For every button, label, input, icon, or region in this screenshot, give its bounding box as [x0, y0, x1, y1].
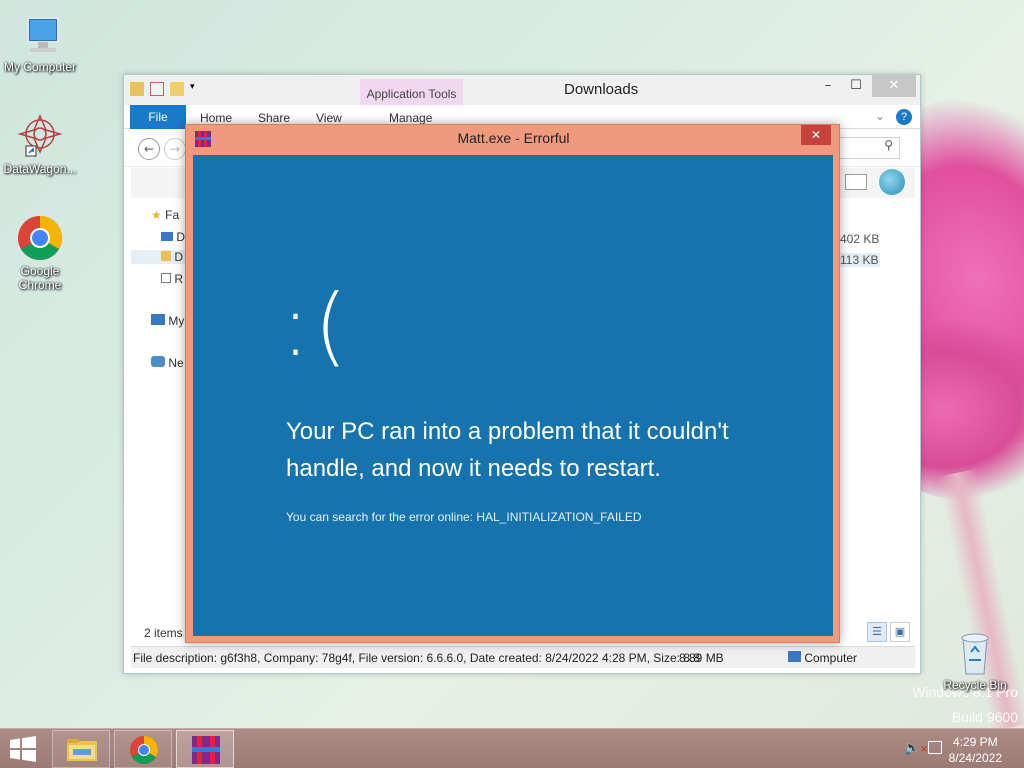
downloads-folder-icon — [161, 251, 171, 261]
clock[interactable]: 4:29 PM 8/24/2022 — [949, 734, 1002, 766]
desktop-icon-label: DataWagon... — [3, 162, 77, 176]
error-code-text: You can search for the error online: HAL… — [286, 510, 642, 524]
desktop-icon-datawagon[interactable]: DataWagon... — [0, 112, 80, 176]
desktop-icon-recycle-bin[interactable]: Recycle Bin — [935, 630, 1015, 692]
computer-icon — [788, 651, 801, 662]
datawagon-icon — [16, 112, 64, 160]
tab-manage[interactable]: Manage — [389, 111, 432, 125]
chrome-icon — [16, 214, 64, 262]
window-title: Downloads — [564, 81, 639, 98]
large-icons-view-button[interactable]: ▣ — [890, 622, 910, 642]
recycle-bin-icon — [955, 630, 995, 676]
desktop-icon-label: Google Chrome — [18, 264, 62, 292]
file-description-text: File description: g6f3h8, Company: 78g4f… — [133, 651, 700, 665]
details-status-bar: File description: g6f3h8, Company: 78g4f… — [131, 646, 915, 668]
chevron-down-icon[interactable]: ▾ — [190, 82, 198, 96]
taskbar-file-explorer[interactable] — [52, 730, 110, 768]
dialog-close-button[interactable]: ✕ — [801, 125, 831, 145]
bsod-screen: :( Your PC ran into a problem that it co… — [193, 155, 833, 636]
dialog-title[interactable]: Matt.exe - Errorful — [186, 130, 841, 146]
preview-pane-icon[interactable] — [845, 174, 867, 190]
computer-icon — [151, 314, 165, 325]
tab-view[interactable]: View — [316, 111, 342, 125]
nav-item-network[interactable]: Ne — [151, 356, 184, 370]
forward-button[interactable]: → — [164, 138, 186, 160]
tab-share[interactable]: Share — [258, 111, 290, 125]
explorer-titlebar[interactable]: ▾ Application Tools Downloads – ☐ ✕ — [124, 75, 920, 105]
error-message: Your PC ran into a problem that it could… — [286, 418, 729, 482]
application-tools-tab[interactable]: Application Tools — [360, 79, 463, 105]
recent-places-icon — [161, 273, 171, 283]
file-size: 113 KB — [840, 253, 880, 267]
windows-build: Build 9600 — [951, 709, 1018, 725]
help-icon[interactable]: ? — [896, 109, 912, 125]
file-size-total: 8.89 MB — [679, 651, 724, 665]
clock-time: 4:29 PM — [952, 735, 998, 749]
new-folder-icon[interactable] — [170, 82, 184, 96]
error-dialog: Matt.exe - Errorful ✕ :( Your PC ran int… — [185, 124, 840, 643]
expand-ribbon-icon[interactable]: ⌄ — [875, 109, 885, 123]
clock-date: 8/24/2022 — [948, 751, 1002, 765]
windows-logo-icon — [10, 736, 36, 762]
nav-item-desktop[interactable]: D — [161, 230, 185, 244]
chrome-icon — [130, 736, 158, 764]
taskbar: 🔈✕ 4:29 PM 8/24/2022 — [0, 728, 1024, 768]
items-count: 2 items — [144, 626, 183, 640]
properties-icon[interactable] — [150, 82, 164, 96]
close-button[interactable]: ✕ — [872, 75, 916, 97]
network-icon[interactable] — [928, 741, 942, 754]
quick-access-toolbar: ▾ — [130, 82, 198, 96]
search-icon: ⚲ — [884, 138, 893, 152]
computer-icon — [16, 10, 64, 58]
star-icon: ★ — [151, 208, 162, 222]
navigation-pane: ★ Fa D D R My Ne — [131, 198, 191, 398]
matt-exe-icon — [192, 736, 220, 764]
desktop-icon — [161, 232, 173, 241]
maximize-button[interactable]: ☐ — [842, 75, 870, 97]
desktop-icon-my-computer[interactable]: My Computer — [0, 10, 80, 74]
desktop-icon-label: Recycle Bin — [943, 678, 1007, 692]
nav-item-downloads[interactable]: D — [131, 250, 191, 264]
back-button[interactable]: ← — [138, 138, 160, 160]
folder-icon[interactable] — [130, 82, 144, 96]
desktop-icon-google-chrome[interactable]: Google Chrome — [0, 214, 80, 292]
taskbar-chrome[interactable] — [114, 730, 172, 768]
tab-home[interactable]: Home — [200, 111, 232, 125]
nav-item-favorites[interactable]: ★ Fa — [151, 208, 179, 222]
file-explorer-icon — [67, 739, 97, 761]
shell-icon — [879, 169, 905, 195]
search-input[interactable]: ⚲ — [838, 137, 900, 159]
system-tray: 🔈✕ 4:29 PM 8/24/2022 — [884, 729, 1024, 768]
desktop-icon-label: My Computer — [3, 60, 77, 74]
network-icon — [151, 356, 165, 367]
sad-face: :( — [281, 276, 352, 376]
tab-file[interactable]: File — [130, 105, 186, 129]
details-view-button[interactable]: ☰ — [867, 622, 887, 642]
nav-item-my-computer[interactable]: My — [151, 314, 184, 328]
volume-muted-icon[interactable]: 🔈✕ — [904, 741, 928, 756]
file-size: 402 KB — [840, 232, 880, 246]
taskbar-matt-exe[interactable] — [176, 730, 234, 768]
start-button[interactable] — [8, 735, 38, 763]
location-computer: Computer — [788, 651, 857, 665]
nav-item-recent[interactable]: R — [161, 272, 183, 286]
minimize-button[interactable]: – — [814, 75, 842, 97]
